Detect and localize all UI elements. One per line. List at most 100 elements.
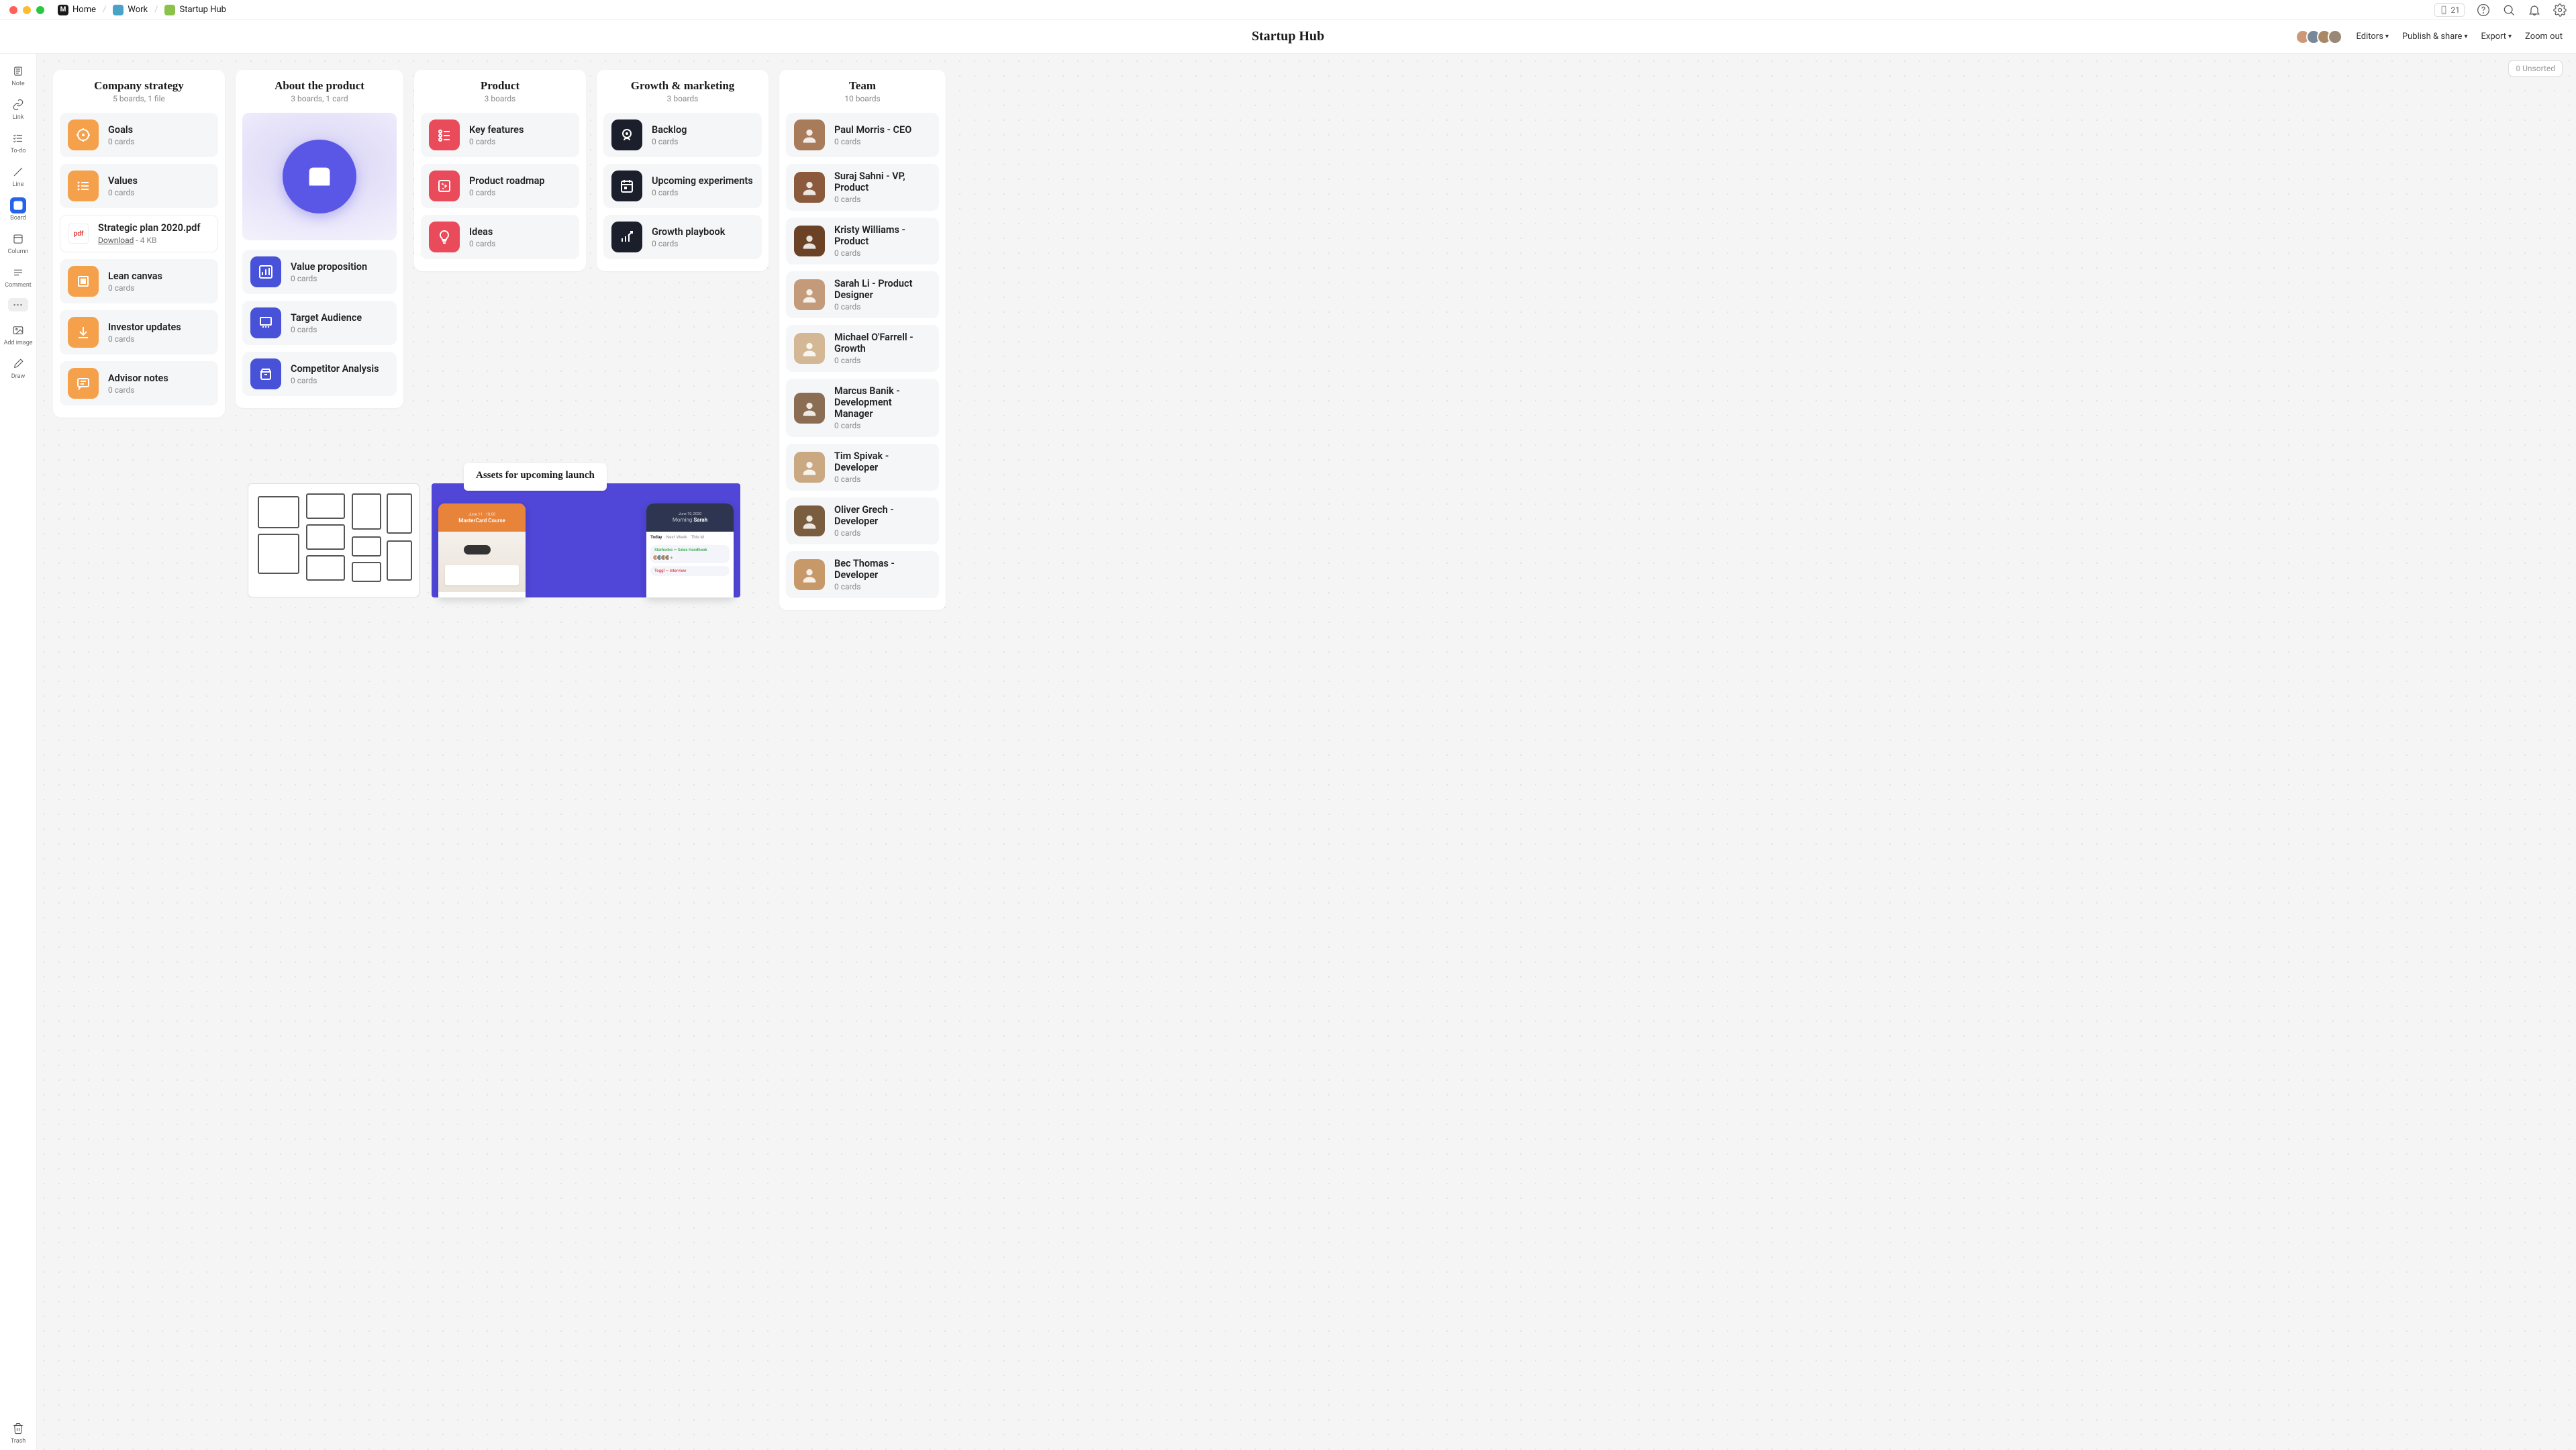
download-link[interactable]: Download: [98, 236, 134, 245]
person-avatar: [794, 393, 825, 424]
column[interactable]: Company strategy5 boards, 1 file Goals 0…: [53, 70, 225, 418]
person-name: Michael O'Farrell - Growth: [834, 332, 931, 354]
zoom-out-button[interactable]: Zoom out: [2525, 32, 2563, 42]
column-subtitle: 3 boards: [421, 94, 579, 103]
board-card[interactable]: Product roadmap 0 cards: [421, 164, 579, 208]
board-card[interactable]: Advisor notes 0 cards: [60, 361, 218, 405]
board-card[interactable]: Values 0 cards: [60, 164, 218, 208]
person-card[interactable]: Paul Morris - CEO 0 cards: [786, 113, 939, 157]
chevron-down-icon: ▾: [2508, 33, 2512, 40]
card-meta: 0 cards: [652, 239, 725, 248]
person-card[interactable]: Bec Thomas - Developer 0 cards: [786, 551, 939, 598]
avatar: [2328, 30, 2342, 44]
board-card[interactable]: Ideas 0 cards: [421, 215, 579, 259]
person-card[interactable]: Michael O'Farrell - Growth 0 cards: [786, 325, 939, 372]
presentation-icon: [250, 307, 281, 338]
column-title: Company strategy: [60, 79, 218, 93]
mobile-notification-pill[interactable]: 21: [2434, 3, 2465, 17]
maximize-window-button[interactable]: [36, 6, 44, 14]
chat-icon: [68, 368, 99, 399]
board-card[interactable]: Competitor Analysis 0 cards: [242, 352, 397, 396]
notifications-button[interactable]: [2528, 3, 2541, 17]
column[interactable]: Growth & marketing3 boards Backlog 0 car…: [597, 70, 769, 271]
trash-icon: [12, 1422, 24, 1435]
board-card[interactable]: Investor updates 0 cards: [60, 310, 218, 354]
download-icon: [68, 317, 99, 348]
board-card[interactable]: Growth playbook 0 cards: [603, 215, 762, 259]
editors-dropdown[interactable]: Editors▾: [2356, 32, 2388, 42]
breadcrumb-item[interactable]: Startup Hub: [164, 5, 226, 15]
line-icon: [12, 166, 24, 178]
person-avatar: [794, 279, 825, 310]
hero-card[interactable]: [242, 113, 397, 240]
file-card[interactable]: pdf Strategic plan 2020.pdf Download - 4…: [60, 215, 218, 252]
person-name: Bec Thomas - Developer: [834, 558, 931, 581]
tool-column[interactable]: Column: [2, 228, 34, 260]
column-title: About the product: [242, 79, 397, 93]
board-card[interactable]: Key features 0 cards: [421, 113, 579, 157]
search-button[interactable]: [2502, 3, 2516, 17]
settings-button[interactable]: [2553, 3, 2567, 17]
editor-avatars[interactable]: [2295, 30, 2342, 44]
person-card[interactable]: Sarah Li - Product Designer 0 cards: [786, 271, 939, 318]
person-card[interactable]: Kristy Williams - Product 0 cards: [786, 218, 939, 264]
person-card[interactable]: Oliver Grech - Developer 0 cards: [786, 497, 939, 544]
person-name: Oliver Grech - Developer: [834, 504, 931, 527]
export-dropdown[interactable]: Export▾: [2481, 32, 2512, 42]
card-meta: 0 cards: [834, 137, 911, 146]
help-button[interactable]: [2477, 3, 2490, 17]
breadcrumb-icon: [164, 5, 175, 15]
tool-line[interactable]: Line: [2, 161, 34, 193]
canvas[interactable]: 0 Unsorted Company strategy5 boards, 1 f…: [37, 54, 2576, 1450]
titlebar: MHome/Work/Startup Hub 21: [0, 0, 2576, 20]
column[interactable]: About the product3 boards, 1 card Value …: [236, 70, 403, 408]
wireframe-sketch-image[interactable]: [248, 483, 419, 597]
notification-count: 21: [2451, 5, 2461, 15]
tool-label: Add image: [3, 340, 32, 346]
tool-trash[interactable]: Trash: [2, 1418, 34, 1450]
card-meta: 0 cards: [469, 137, 524, 146]
board-title: Product roadmap: [469, 175, 545, 187]
column[interactable]: Team10 boards Paul Morris - CEO 0 cards …: [779, 70, 946, 610]
board-card[interactable]: Backlog 0 cards: [603, 113, 762, 157]
tool-comment[interactable]: Comment: [2, 262, 34, 294]
person-name: Paul Morris - CEO: [834, 124, 911, 136]
card-meta: 0 cards: [291, 274, 367, 283]
board-icon: [12, 199, 24, 211]
tool-board[interactable]: Board: [2, 195, 34, 227]
column-title: Growth & marketing: [603, 79, 762, 93]
board-card[interactable]: Goals 0 cards: [60, 113, 218, 157]
person-card[interactable]: Marcus Banik - Development Manager 0 car…: [786, 379, 939, 437]
column-subtitle: 10 boards: [786, 94, 939, 103]
card-meta: 0 cards: [652, 188, 753, 197]
column-icon: [12, 233, 24, 245]
board-card[interactable]: Target Audience 0 cards: [242, 301, 397, 345]
card-meta: 0 cards: [108, 283, 162, 293]
person-card[interactable]: Tim Spivak - Developer 0 cards: [786, 444, 939, 491]
person-card[interactable]: Suraj Sahni - VP, Product 0 cards: [786, 164, 939, 211]
tool-link[interactable]: Link: [2, 94, 34, 126]
breadcrumb-item[interactable]: Work: [113, 5, 148, 15]
tool-note[interactable]: Note: [2, 60, 34, 93]
breadcrumb-item[interactable]: MHome: [58, 5, 96, 15]
tool-label: Trash: [11, 1438, 26, 1445]
tool-image[interactable]: Add image: [2, 320, 34, 352]
chevron-down-icon: ▾: [2464, 33, 2467, 40]
board-title: Key features: [469, 124, 524, 136]
publish-share-dropdown[interactable]: Publish & share▾: [2402, 32, 2468, 42]
board-card[interactable]: Lean canvas 0 cards: [60, 259, 218, 303]
card-meta: 0 cards: [834, 582, 931, 591]
window-controls: [9, 6, 44, 14]
tool-draw[interactable]: Draw: [2, 353, 34, 385]
launch-assets-image[interactable]: Assets for upcoming launch June 11 · 10:…: [432, 483, 740, 597]
minimize-window-button[interactable]: [23, 6, 31, 14]
board-card[interactable]: Upcoming experiments 0 cards: [603, 164, 762, 208]
close-window-button[interactable]: [9, 6, 17, 14]
board-card[interactable]: Value proposition 0 cards: [242, 250, 397, 294]
more-tools-button[interactable]: •••: [8, 298, 28, 311]
tool-label: Comment: [5, 282, 31, 289]
unsorted-pill[interactable]: 0 Unsorted: [2508, 60, 2563, 77]
pdf-icon: pdf: [68, 224, 89, 244]
column[interactable]: Product3 boards Key features 0 cards Pro…: [414, 70, 586, 271]
tool-todo[interactable]: To-do: [2, 128, 34, 160]
